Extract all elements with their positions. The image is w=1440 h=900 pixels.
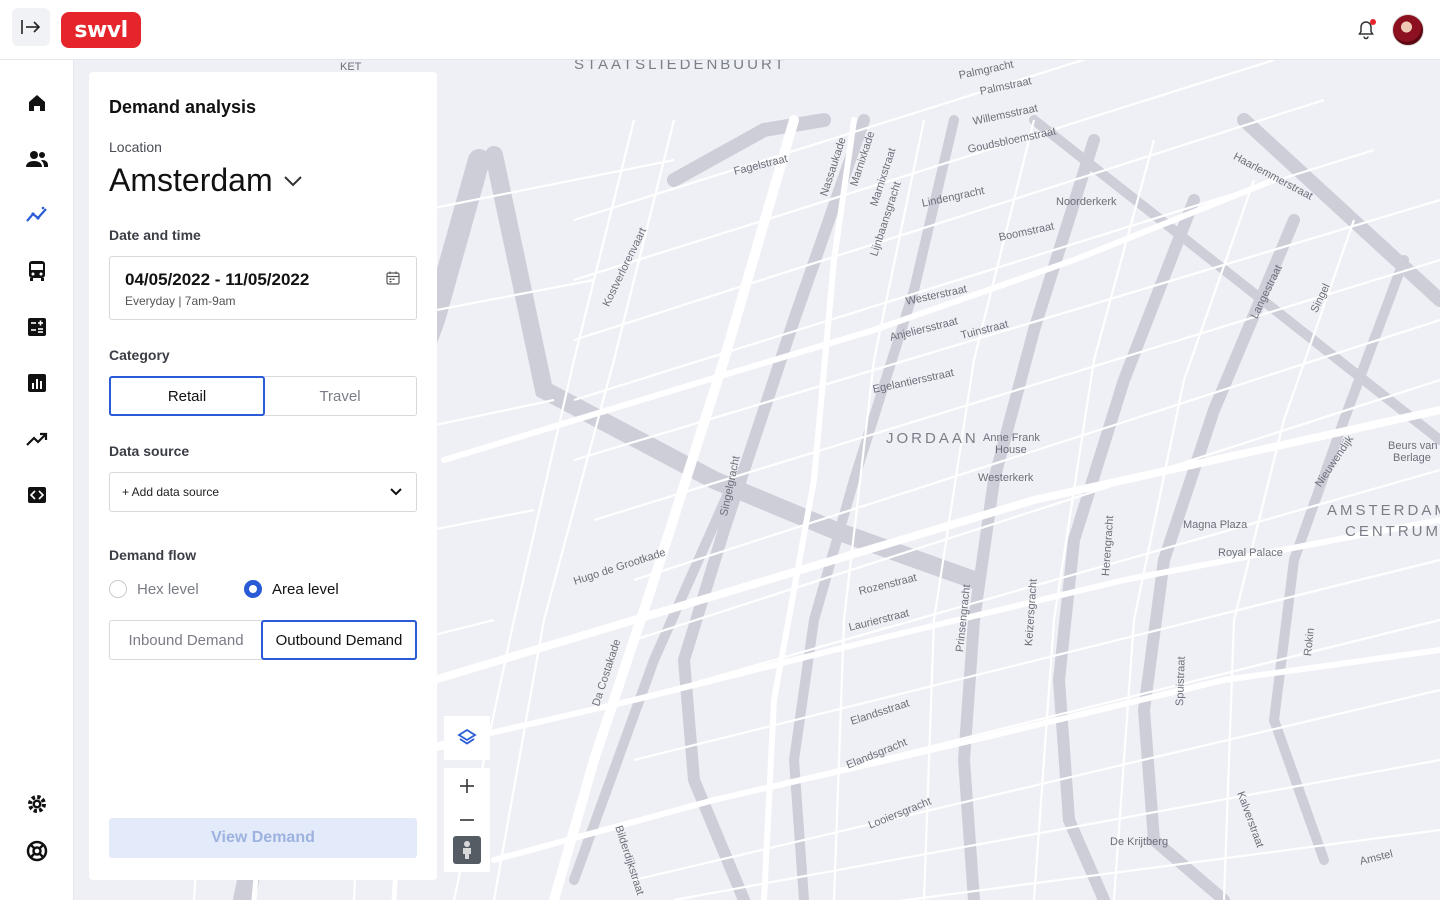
zoom-controls [444,768,490,872]
radio-circle [109,580,127,598]
demand-flow-label: Demand flow [109,547,197,563]
radio-label: Area level [272,580,339,598]
panel-title: Demand analysis [109,97,257,117]
chevron-down-icon [390,488,402,496]
layers-button[interactable] [444,716,490,760]
nav-home[interactable] [25,91,49,115]
district-label: AMSTERDAM [1327,502,1440,519]
top-bar: swvl [0,0,1440,60]
district-label: JORDAAN [886,430,979,447]
date-time-label: Date and time [109,227,201,243]
date-time-picker[interactable]: 04/05/2022 - 11/05/2022 Everyday | 7am-9… [109,256,417,320]
layers-icon [457,728,477,745]
bar-chart-icon [28,374,46,392]
nav-reports[interactable] [25,371,49,395]
home-icon [29,95,45,111]
calendar-icon [386,271,400,285]
minus-icon [460,819,474,821]
district-label: STAATSLIEDENBUURT [574,60,787,73]
outbound-demand-option[interactable]: Outbound Demand [261,620,417,660]
data-source-value: + Add data source [122,485,220,499]
location-selector[interactable]: Amsterdam [109,162,303,199]
street-label: Noorderkerk [1056,196,1117,208]
street-label: De Krijtberg [1110,836,1169,848]
expand-sidebar-button[interactable] [12,8,50,46]
zoom-out-button[interactable] [458,804,476,836]
nav-buses[interactable] [25,259,49,283]
category-label: Category [109,347,170,363]
hex-level-radio[interactable]: Hex level [109,580,199,598]
street-label: Westerkerk [978,472,1034,484]
users-icon [26,151,48,167]
inbound-demand-option[interactable]: Inbound Demand [110,621,262,659]
category-travel[interactable]: Travel [264,377,416,415]
street-label: Royal Palace [1218,547,1283,559]
plus-icon [460,779,474,793]
settings-icon [28,795,46,813]
calculator-icon [28,318,46,336]
expand-arrow-icon [21,20,41,34]
location-value: Amsterdam [109,162,273,198]
left-nav [0,60,74,900]
district-label: CENTRUM [1345,523,1440,540]
zoom-in-button[interactable] [458,768,476,804]
analytics-icon [26,206,47,222]
street-label: Spuistraat [1174,656,1188,707]
radio-label: Hex level [137,580,199,598]
code-icon [28,487,46,503]
street-label: Magna Plaza [1183,519,1248,531]
street-label: Anne Frank [983,432,1040,444]
nav-calculator[interactable] [25,315,49,339]
support-icon [26,840,48,862]
location-label: Location [109,139,162,155]
bus-icon [29,261,45,281]
area-level-radio[interactable]: Area level [244,580,339,598]
date-range: 04/05/2022 - 11/05/2022 [125,270,310,289]
category-retail[interactable]: Retail [109,376,265,416]
nav-analytics[interactable] [25,203,49,227]
street-label: Beurs van [1388,440,1438,452]
radio-circle-selected [244,580,262,598]
data-source-select[interactable]: + Add data source [109,472,417,512]
category-toggle: Retail Travel [109,376,417,416]
trend-icon [26,432,48,446]
street-label: House [995,444,1027,456]
direction-toggle: Inbound Demand Outbound Demand [109,620,417,660]
nav-settings[interactable] [25,792,49,816]
nav-developer[interactable] [25,483,49,507]
street-view-button[interactable] [453,836,481,864]
nav-trends[interactable] [25,427,49,451]
swvl-logo[interactable]: swvl [61,12,141,48]
user-avatar[interactable] [1392,14,1424,46]
data-source-label: Data source [109,443,190,459]
nav-users[interactable] [25,147,49,171]
street-label: Berlage [1393,452,1431,464]
pegman-icon [463,841,471,859]
notification-dot [1370,19,1376,25]
view-demand-button[interactable]: View Demand [109,818,417,858]
demand-analysis-panel: Demand analysis Location Amsterdam Date … [89,72,437,880]
chevron-down-icon [283,175,302,186]
date-schedule: Everyday | 7am-9am [125,294,236,308]
notifications-button[interactable] [1354,18,1378,42]
nav-support[interactable] [25,839,49,863]
